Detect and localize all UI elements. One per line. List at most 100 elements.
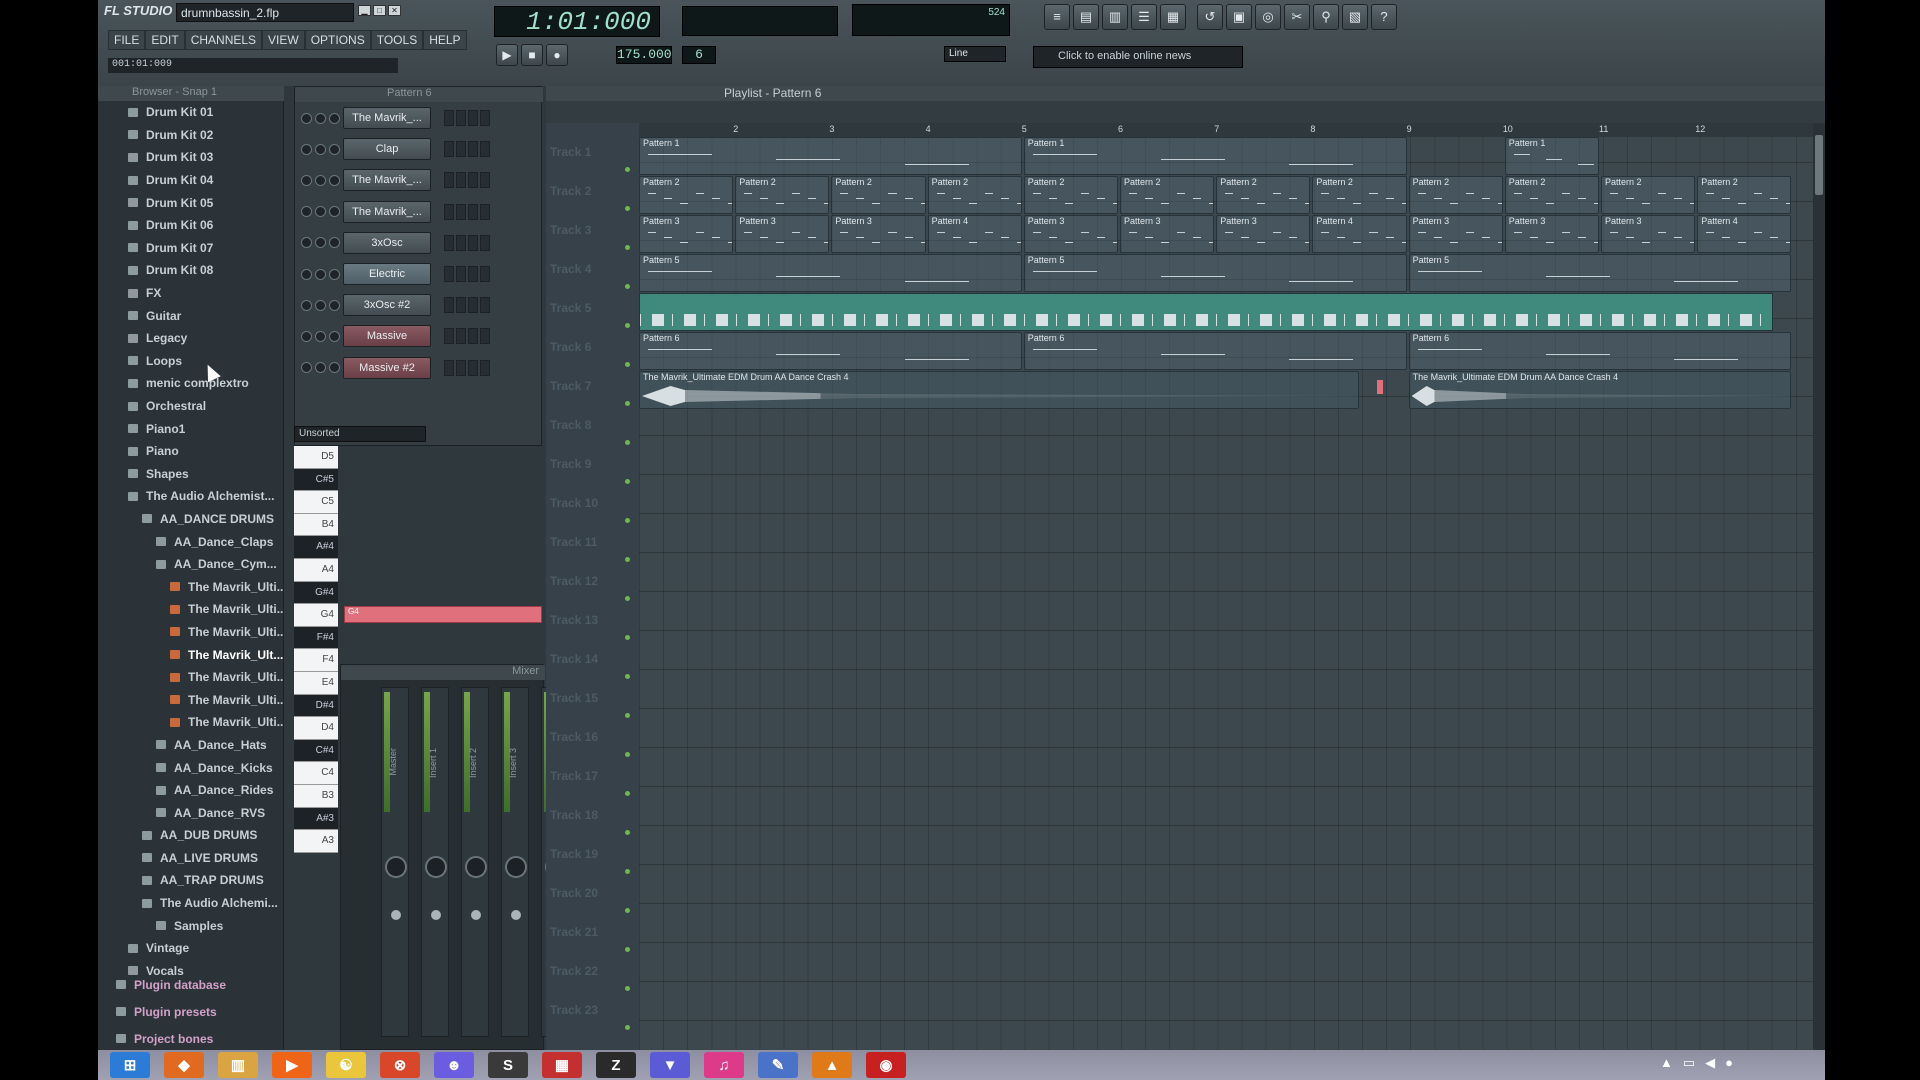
- track-header[interactable]: Track 21: [550, 919, 635, 957]
- step-button[interactable]: [468, 359, 478, 376]
- pattern-clip[interactable]: Pattern 3: [1408, 215, 1503, 253]
- audio-clip[interactable]: The Mavrik_Ultimate EDM Drum AA Dance Cr…: [1408, 371, 1792, 409]
- step-button[interactable]: [480, 141, 490, 158]
- audio-clip[interactable]: The Mavrik_Ultimate EDM Drum AA Dance Cr…: [639, 371, 1359, 409]
- playlist-scrollbar[interactable]: [1813, 123, 1825, 1050]
- channel-group-selector[interactable]: Unsorted: [294, 426, 426, 442]
- track-led[interactable]: [625, 986, 630, 991]
- step-button[interactable]: [456, 359, 466, 376]
- playlist-grid[interactable]: Pattern 1 Pattern 1 Pattern 1 Pattern 2 Patt…: [639, 123, 1813, 1050]
- channel-pan-knob[interactable]: [315, 143, 326, 155]
- piano-note[interactable]: G4: [344, 606, 542, 623]
- channel-button[interactable]: Massive #2: [343, 356, 431, 379]
- browser-item[interactable]: The Mavrik_Ulti...: [98, 711, 284, 734]
- itunes-icon[interactable]: ♫: [704, 1052, 744, 1078]
- piano-key[interactable]: D5: [294, 446, 338, 469]
- track-header[interactable]: Track 9: [550, 451, 635, 489]
- track-led[interactable]: [625, 596, 630, 601]
- channel-volume-knob[interactable]: [329, 299, 340, 311]
- channel-button[interactable]: The Mavrik_...: [343, 107, 431, 129]
- channel-button[interactable]: 3xOsc: [343, 231, 431, 254]
- channel-rack-icon[interactable]: ▥: [1102, 4, 1128, 30]
- menu-channels[interactable]: CHANNELS: [184, 30, 263, 50]
- pattern-clip[interactable]: Pattern 6: [639, 332, 1022, 370]
- help-icon[interactable]: ?: [1371, 4, 1397, 30]
- vpn-icon[interactable]: ▼: [650, 1052, 690, 1078]
- channel-mute-led[interactable]: [301, 143, 312, 155]
- tools-icon[interactable]: ✂: [1284, 4, 1310, 30]
- piano-key[interactable]: E4: [294, 672, 338, 695]
- pattern-clip[interactable]: Pattern 3: [1023, 215, 1118, 253]
- track-led[interactable]: [625, 1025, 630, 1030]
- close-icon[interactable]: ✕: [388, 5, 401, 16]
- pattern-clip[interactable]: Pattern 3: [1504, 215, 1599, 253]
- step-button[interactable]: [480, 328, 490, 345]
- step-button[interactable]: [456, 172, 466, 189]
- channel-mute-led[interactable]: [301, 112, 312, 124]
- channel-volume-knob[interactable]: [329, 330, 340, 342]
- pattern-clip[interactable]: Pattern 4: [1697, 215, 1792, 253]
- record-icon[interactable]: ●: [546, 44, 568, 66]
- pattern-clip[interactable]: Pattern 2: [1023, 176, 1118, 214]
- channel-mute-led[interactable]: [301, 362, 312, 374]
- channel-button[interactable]: Massive: [343, 325, 431, 348]
- browser-category[interactable]: Plugin presets: [98, 998, 284, 1025]
- channel-pan-knob[interactable]: [315, 206, 326, 218]
- pattern-clip[interactable]: Pattern 2: [1216, 176, 1311, 214]
- piano-key[interactable]: D4: [294, 717, 338, 740]
- track-header[interactable]: Track 18: [550, 802, 635, 840]
- vlc-icon[interactable]: ▲: [812, 1052, 852, 1078]
- browser-item[interactable]: The Mavrik_Ulti...: [98, 575, 284, 598]
- volume-icon[interactable]: ◀: [1705, 1055, 1715, 1071]
- maximize-icon[interactable]: □: [373, 5, 386, 16]
- explorer-icon[interactable]: ▥: [218, 1052, 258, 1078]
- pattern-clip[interactable]: Pattern 3: [1216, 215, 1311, 253]
- piano-key[interactable]: A4: [294, 559, 338, 582]
- pattern-clip[interactable]: Pattern 2: [639, 176, 734, 214]
- mixer-track[interactable]: Insert 1: [421, 687, 449, 1037]
- step-button[interactable]: [468, 234, 478, 251]
- browser-item[interactable]: Drum Kit 03: [98, 146, 284, 169]
- channel-pan-knob[interactable]: [315, 268, 326, 280]
- step-button[interactable]: [456, 141, 466, 158]
- piano-key[interactable]: G#4: [294, 581, 338, 605]
- norton-icon[interactable]: ☯: [326, 1052, 366, 1078]
- pattern-clip[interactable]: Pattern 2: [927, 176, 1022, 214]
- piano-key[interactable]: B3: [294, 785, 338, 808]
- channel-volume-knob[interactable]: [329, 362, 340, 374]
- step-button[interactable]: [456, 297, 466, 314]
- browser-item[interactable]: Drum Kit 01: [98, 101, 284, 124]
- channel-mute-led[interactable]: [301, 330, 312, 342]
- browser-item[interactable]: AA_LIVE DRUMS: [98, 847, 284, 870]
- browser-item[interactable]: The Mavrik_Ulti...: [98, 598, 284, 621]
- chrome-icon[interactable]: ◉: [866, 1052, 906, 1078]
- channel-pan-knob[interactable]: [315, 330, 326, 342]
- pattern-clip[interactable]: Pattern 1: [1023, 137, 1407, 175]
- clipboard-icon[interactable]: ▧: [1342, 4, 1368, 30]
- track-led[interactable]: [625, 635, 630, 640]
- channel-button[interactable]: Clap: [343, 138, 431, 161]
- channel-volume-knob[interactable]: [329, 174, 340, 186]
- volume-fader[interactable]: [431, 910, 441, 920]
- track-header[interactable]: Track 4: [550, 256, 635, 294]
- browser-item[interactable]: The Mavrik_Ulti...: [98, 621, 284, 644]
- pattern-clip[interactable]: Pattern 3: [735, 215, 830, 253]
- channel-volume-knob[interactable]: [329, 143, 340, 155]
- track-header[interactable]: Track 2: [550, 178, 635, 216]
- step-button[interactable]: [444, 359, 454, 376]
- network-icon[interactable]: ▭: [1683, 1055, 1695, 1071]
- track-led[interactable]: [625, 713, 630, 718]
- step-button[interactable]: [468, 328, 478, 345]
- minimize-icon[interactable]: ▁: [358, 5, 371, 16]
- track-header[interactable]: Track 5: [550, 295, 635, 333]
- browser-item[interactable]: AA_Dance_Hats: [98, 734, 284, 757]
- arrow-up-icon[interactable]: ▲: [1660, 1055, 1673, 1071]
- start-icon[interactable]: ⊞: [110, 1052, 150, 1078]
- channel-volume-knob[interactable]: [329, 268, 340, 280]
- pattern-clip[interactable]: Pattern 2: [1408, 176, 1503, 214]
- channel-volume-knob[interactable]: [329, 112, 340, 124]
- step-button[interactable]: [480, 266, 490, 282]
- step-button[interactable]: [444, 234, 454, 251]
- browser-item[interactable]: Drum Kit 05: [98, 191, 284, 214]
- pattern-clip[interactable]: Pattern 2: [1312, 176, 1407, 214]
